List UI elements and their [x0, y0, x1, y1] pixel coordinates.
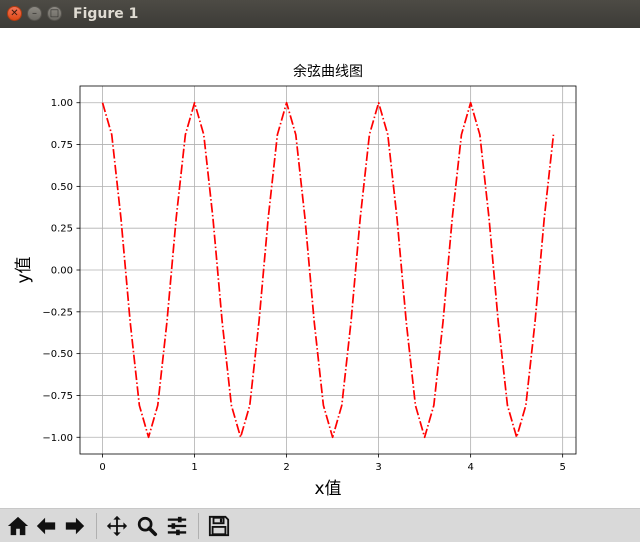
move-icon	[106, 515, 128, 537]
y-tick-label: 0.25	[51, 224, 73, 235]
arrow-right-icon	[65, 517, 85, 535]
configure-subplots-button[interactable]	[164, 513, 190, 539]
window-title: Figure 1	[73, 6, 139, 22]
y-tick-label: 1.00	[51, 98, 73, 109]
maximize-icon: □	[49, 8, 60, 19]
y-tick-label: 0.75	[51, 140, 73, 151]
x-tick-label: 5	[559, 462, 565, 473]
magnifier-icon	[137, 516, 158, 537]
y-tick-label: −0.25	[42, 307, 73, 318]
minimize-icon: –	[32, 8, 37, 19]
navigation-toolbar	[0, 508, 640, 542]
window-minimize-button[interactable]: –	[27, 6, 42, 21]
floppy-disk-icon	[208, 515, 230, 537]
save-button[interactable]	[206, 513, 232, 539]
toolbar-separator	[96, 513, 97, 539]
x-tick-label: 0	[99, 462, 105, 473]
arrow-left-icon	[36, 517, 56, 535]
home-icon	[7, 516, 29, 536]
x-tick-label: 4	[467, 462, 473, 473]
y-tick-label: −1.00	[42, 433, 73, 444]
x-tick-label: 1	[191, 462, 197, 473]
toolbar-separator	[198, 513, 199, 539]
pan-button[interactable]	[104, 513, 130, 539]
chart-title: 余弦曲线图	[293, 63, 363, 80]
y-axis-label: y值	[14, 256, 34, 283]
window-close-button[interactable]: ✕	[7, 6, 22, 21]
window-titlebar: ✕ – □ Figure 1	[0, 0, 640, 28]
y-tick-label: −0.50	[42, 349, 73, 360]
home-button[interactable]	[5, 513, 31, 539]
back-button[interactable]	[33, 513, 59, 539]
x-tick-label: 2	[283, 462, 289, 473]
close-icon: ✕	[10, 8, 19, 19]
y-tick-label: −0.75	[42, 391, 73, 402]
window-maximize-button[interactable]: □	[47, 6, 62, 21]
plot-area: 0 1 2 3 4 5 1.00 0.75 0.50 0.25 0.00 −0.25 −0.50 −0.7…	[14, 63, 577, 499]
x-axis-label: x值	[314, 479, 341, 499]
y-tick-label: 0.50	[51, 182, 73, 193]
sliders-icon	[167, 516, 187, 536]
forward-button[interactable]	[62, 513, 88, 539]
zoom-button[interactable]	[134, 513, 160, 539]
y-tick-label: 0.00	[51, 266, 73, 277]
chart-figure: 0 1 2 3 4 5 1.00 0.75 0.50 0.25 0.00 −0.25 −0.50 −0.7…	[14, 63, 577, 499]
x-tick-label: 3	[375, 462, 381, 473]
